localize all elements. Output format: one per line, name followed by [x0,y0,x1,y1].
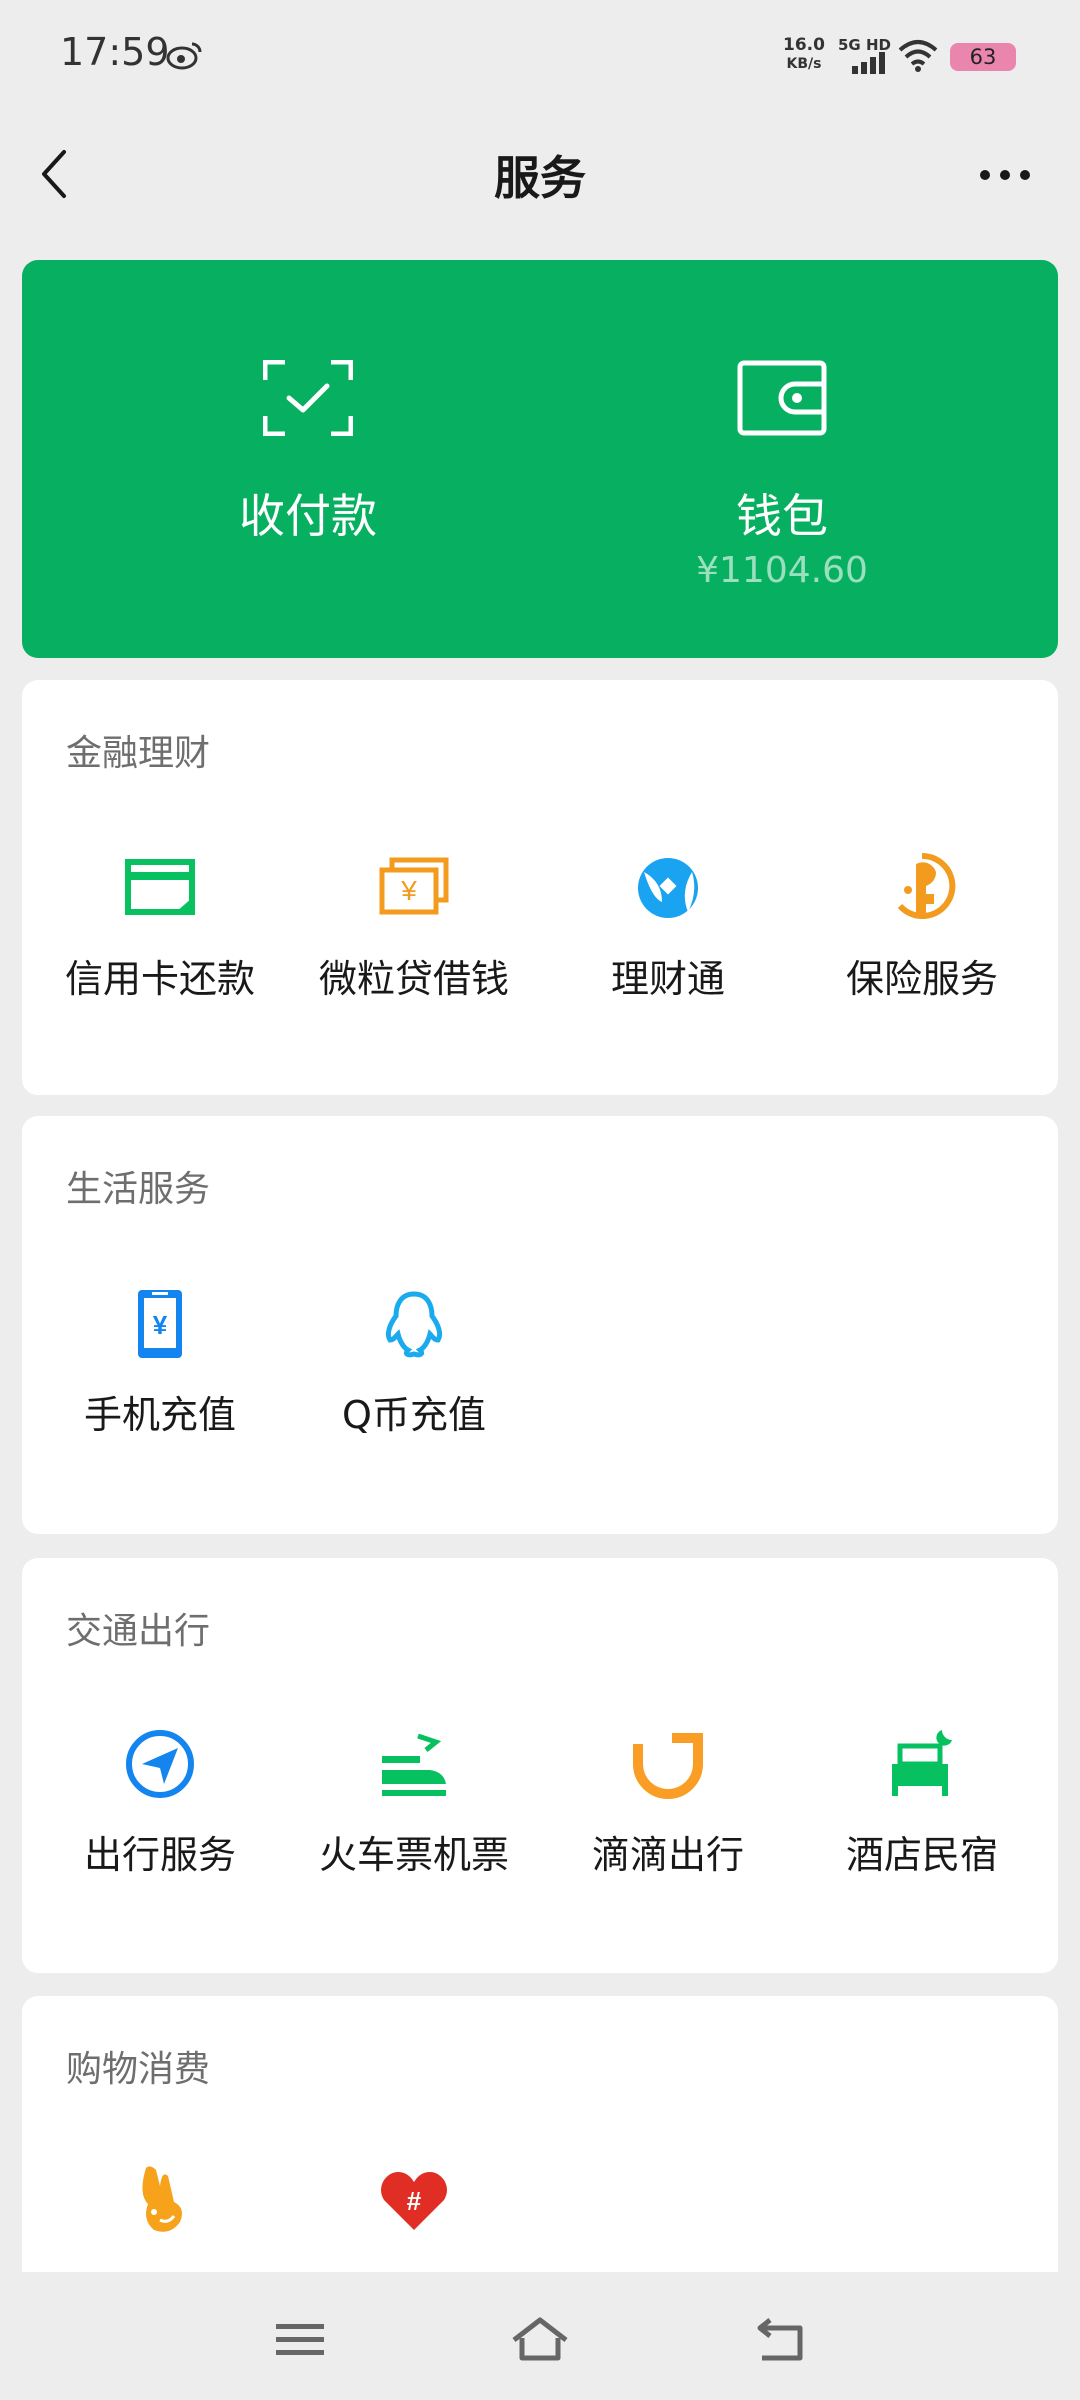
svg-text:¥: ¥ [400,875,417,906]
service-travel[interactable]: 出行服务 [33,1728,287,1928]
service-label: 保险服务 [845,957,998,1001]
insurance-icon [897,852,956,919]
service-licaitong[interactable]: 理财通 [541,852,795,1052]
service-label: Q币充值 [342,1393,486,1437]
loan-icon: ¥ [379,857,449,915]
hotel-bed-icon [892,1730,952,1796]
home-icon[interactable] [510,2312,570,2368]
pinduoduo-icon: # [381,2172,447,2230]
pay-receive-button[interactable]: 收付款 [58,260,558,658]
net-speed: 16.0 KB/s [780,36,828,74]
rabbit-icon [142,2166,182,2232]
service-label: 手机充值 [83,1393,236,1437]
wallet-button[interactable]: 钱包 ¥1104.60 [532,260,1032,658]
menu-icon[interactable] [270,2312,330,2368]
service-label: 出行服务 [83,1833,236,1877]
net-speed-value: 16.0 [783,35,825,55]
credit-card-icon [125,859,195,915]
service-label: 信用卡还款 [64,957,255,1001]
travel-section: 交通出行 出行服务 火车票机票 滴滴出行 酒店民宿 [22,1558,1058,1973]
service-label: 酒店民宿 [845,1833,998,1877]
section-title: 购物消费 [66,2049,211,2090]
phone-recharge-icon: ¥ [138,1290,182,1358]
scan-check-icon [263,360,353,436]
status-time: 17:59 [60,30,170,74]
section-title: 生活服务 [66,1169,211,1210]
service-label: 理财通 [610,957,725,1001]
status-bar: 17:59 16.0 KB/s 5G HD 63 [0,0,1080,110]
service-phone-recharge[interactable]: ¥ 手机充值 [33,1288,287,1488]
qq-penguin-icon [385,1291,443,1358]
header: 服务 [0,120,1080,230]
signal-icon [852,52,885,74]
service-label: 微粒贷借钱 [318,957,509,1001]
life-services-section: 生活服务 ¥ 手机充值 Q币充值 [22,1116,1058,1534]
service-train-plane[interactable]: 火车票机票 [287,1728,541,1928]
service-insurance[interactable]: 保险服务 [795,852,1049,1052]
section-title: 交通出行 [66,1611,211,1652]
svg-text:#: # [407,2186,422,2216]
service-label: 火车票机票 [318,1833,509,1877]
page-title: 服务 [494,151,586,205]
net-speed-unit: KB/s [786,56,822,72]
wallet-balance: ¥1104.60 [696,550,868,591]
finance-section: 金融理财 信用卡还款 ¥ 微粒贷借钱 理财通 保险服务 [22,680,1058,1095]
wallet-icon [737,360,827,436]
wallet-label: 钱包 [736,489,828,543]
more-icon[interactable] [975,160,1035,190]
weibo-icon [166,42,202,70]
section-title: 金融理财 [66,733,211,774]
system-nav-bar [0,2272,1080,2400]
wifi-icon [898,40,938,72]
service-qcoin-recharge[interactable]: Q币充值 [287,1288,541,1488]
wallet-card: 收付款 钱包 ¥1104.60 [22,260,1058,658]
train-plane-icon [382,1733,446,1796]
service-credit-card-repay[interactable]: 信用卡还款 [33,852,287,1052]
svg-text:¥: ¥ [153,1310,168,1340]
service-hotel[interactable]: 酒店民宿 [795,1728,1049,1928]
battery-indicator: 63 [950,43,1016,71]
didi-icon [632,1732,703,1799]
service-didi[interactable]: 滴滴出行 [541,1728,795,1928]
navigation-icon [126,1730,194,1798]
wealth-icon [638,858,698,918]
pay-receive-label: 收付款 [239,489,377,543]
service-weili-loan[interactable]: ¥ 微粒贷借钱 [287,852,541,1052]
service-label: 滴滴出行 [591,1833,744,1877]
back-icon[interactable] [752,2312,812,2368]
